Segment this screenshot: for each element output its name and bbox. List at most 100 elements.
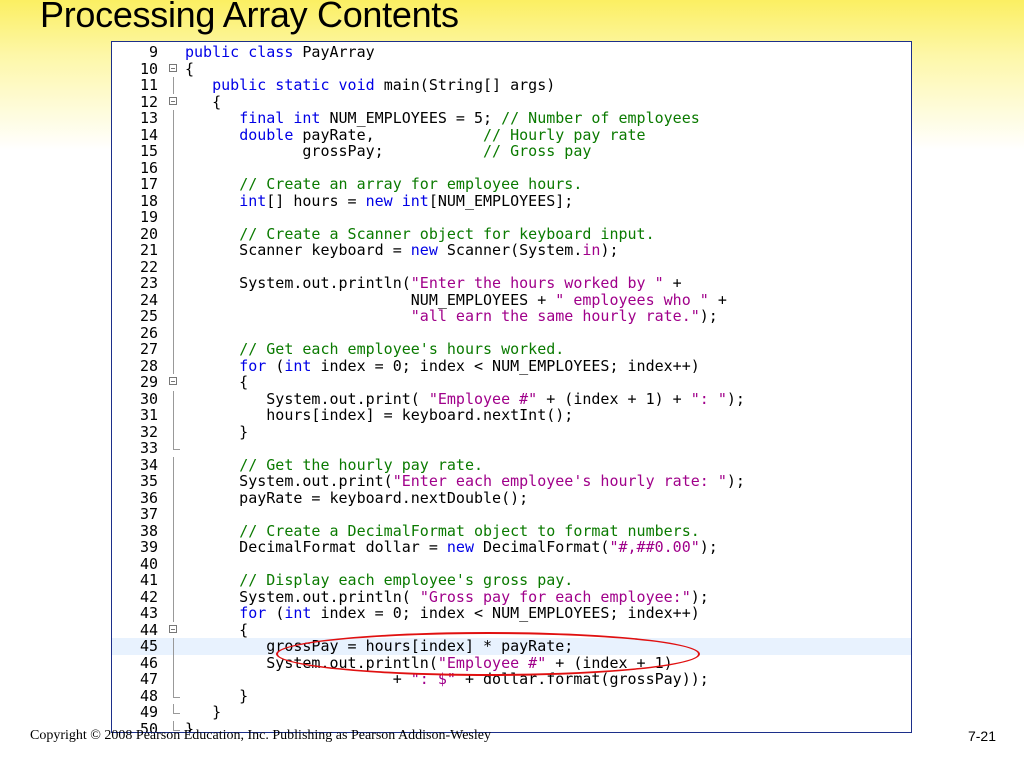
fold-gutter <box>168 687 180 705</box>
code-token: { <box>185 59 195 78</box>
code-line: 27 // Get each employee's hours worked. <box>112 341 911 358</box>
code-token: public static void <box>212 76 384 94</box>
code-line: 15 grossPay; // Gross pay <box>112 143 911 160</box>
code-line: 19 <box>112 209 911 226</box>
code-token: // Get each employee's hours worked. <box>239 340 565 358</box>
code-token: main(String[] args) <box>383 76 556 94</box>
fold-gutter <box>168 275 180 292</box>
code-line: 39 DecimalFormat dollar = new DecimalFor… <box>112 539 911 556</box>
code-token: // Create an array for employee hours. <box>239 175 583 193</box>
code-token: [] hours = <box>266 191 366 210</box>
code-token: new int <box>365 191 429 210</box>
code-text: payRate = keyboard.nextDouble(); <box>185 489 528 507</box>
code-line: 48 } <box>112 687 911 705</box>
code-token: System.out.println( <box>185 653 438 672</box>
code-listing: 9 public class PayArray 10 {11 public stati… <box>112 43 911 732</box>
code-line: 35 System.out.print("Enter each employee… <box>112 473 911 490</box>
line-number: 17 <box>139 175 158 193</box>
fold-gutter <box>168 159 180 176</box>
code-text: System.out.println("Enter the hours work… <box>185 275 682 292</box>
fold-gutter <box>168 489 180 506</box>
line-number: 30 <box>139 389 158 408</box>
code-token: ": " <box>690 389 727 408</box>
line-number: 33 <box>139 439 158 457</box>
code-token: System.out.print( <box>185 389 429 408</box>
line-number: 21 <box>139 241 158 259</box>
code-line: 36 payRate = keyboard.nextDouble(); <box>112 488 911 507</box>
code-text: // Display each employee's gross pay. <box>185 572 573 589</box>
code-token: int <box>284 604 321 622</box>
fold-gutter <box>168 357 180 374</box>
fold-gutter <box>168 291 180 308</box>
code-token: // Display each employee's gross pay. <box>239 571 574 589</box>
fold-gutter <box>168 44 180 61</box>
code-line: 26 <box>112 324 911 341</box>
code-text: grossPay; // Gross pay <box>185 143 591 160</box>
code-text: System.out.print("Enter each employee's … <box>185 473 745 490</box>
code-token: for <box>239 604 276 622</box>
fold-gutter <box>168 704 180 721</box>
code-token: ); <box>600 241 619 259</box>
code-line: 42 System.out.println( "Gross pay for ea… <box>112 587 911 606</box>
code-token: ); <box>699 538 718 556</box>
code-token: ); <box>726 389 745 408</box>
line-number: 15 <box>139 142 158 160</box>
code-text: { <box>185 93 221 111</box>
code-token: + <box>663 274 682 292</box>
code-text: { <box>185 59 195 78</box>
code-text: } <box>185 704 221 721</box>
code-token: NUM_EMPLOYEES = 5; <box>329 109 502 127</box>
fold-gutter <box>168 506 180 523</box>
code-text: // Create a DecimalFormat object to form… <box>185 522 700 540</box>
fold-collapse-icon[interactable] <box>168 622 180 639</box>
fold-gutter <box>168 407 180 424</box>
code-token: + (index + 1) + <box>537 389 691 408</box>
code-token: index = 0; index < NUM_EMPLOYEES; index+… <box>320 356 700 375</box>
code-token: public class <box>185 43 303 61</box>
line-number: 36 <box>139 488 158 507</box>
code-text: final int NUM_EMPLOYEES = 5; // Number o… <box>185 110 700 127</box>
fold-collapse-icon[interactable] <box>168 94 180 111</box>
line-number: 31 <box>139 406 158 424</box>
line-number: 45 <box>139 637 158 655</box>
line-number: 28 <box>139 356 158 375</box>
code-line: 18 int[] hours = new int[NUM_EMPLOYEES]; <box>112 191 911 210</box>
fold-gutter <box>168 324 180 341</box>
fold-gutter <box>168 77 180 94</box>
fold-collapse-icon[interactable] <box>168 61 180 78</box>
code-text: } <box>185 423 248 441</box>
code-line: 13 final int NUM_EMPLOYEES = 5; // Numbe… <box>112 110 911 127</box>
line-number: 44 <box>139 620 158 639</box>
code-line: 47 + ": $" + dollar.format(grossPay)); <box>112 671 911 688</box>
fold-gutter <box>168 176 180 193</box>
code-token: NUM_EMPLOYEES + <box>185 290 556 309</box>
code-token: ); <box>690 587 709 606</box>
code-text: System.out.println( "Gross pay for each … <box>185 587 709 606</box>
fold-gutter <box>168 242 180 259</box>
code-line: 31 hours[index] = keyboard.nextInt(); <box>112 407 911 424</box>
copyright-notice: Copyright © 2008 Pearson Education, Inc.… <box>30 728 491 743</box>
code-line: 45 grossPay = hours[index] * payRate; <box>112 638 911 655</box>
code-line: 20 // Create a Scanner object for keyboa… <box>112 225 911 243</box>
line-number: 22 <box>139 257 158 276</box>
code-text: + ": $" + dollar.format(grossPay)); <box>185 671 709 688</box>
code-token: "all earn the same hourly rate." <box>410 307 700 325</box>
fold-collapse-icon[interactable] <box>168 374 180 391</box>
code-line: 24 NUM_EMPLOYEES + " employees who " + <box>112 290 911 309</box>
code-token: System.out.print( <box>185 472 393 490</box>
fold-gutter <box>168 390 180 407</box>
line-number: 12 <box>139 92 158 111</box>
line-number: 32 <box>139 422 158 441</box>
code-line: 34 // Get the hourly pay rate. <box>112 456 911 473</box>
code-token: ); <box>699 307 718 325</box>
line-number: 10 <box>139 59 158 78</box>
code-token: { <box>185 373 249 391</box>
code-line: 40 <box>112 555 911 572</box>
code-token: double <box>239 125 303 144</box>
fold-gutter <box>168 588 180 605</box>
line-number: 13 <box>139 109 158 127</box>
